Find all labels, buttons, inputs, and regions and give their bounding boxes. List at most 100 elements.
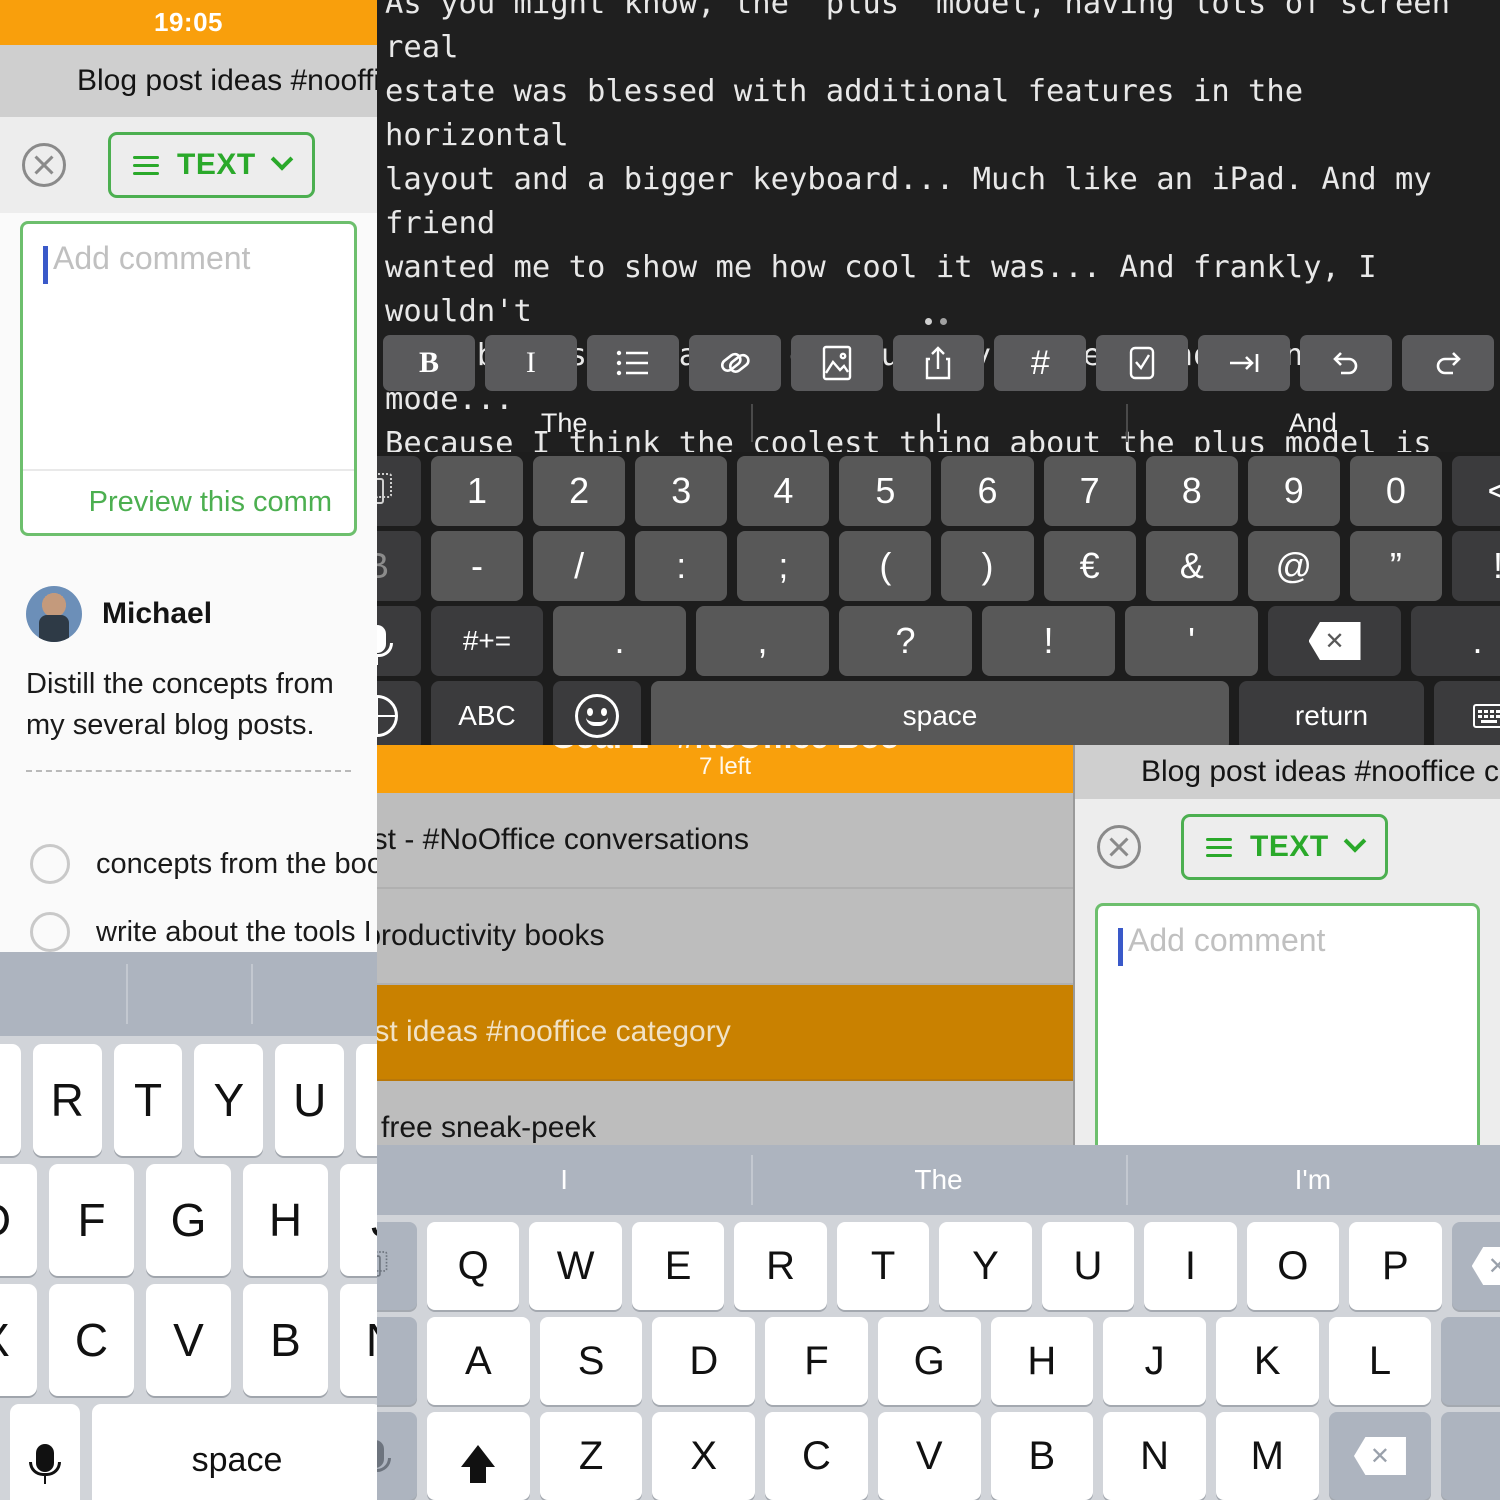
key-l[interactable]: L xyxy=(1328,1317,1432,1405)
key-h[interactable]: H xyxy=(243,1164,328,1276)
comment-toolbar[interactable]: TEXT xyxy=(1075,799,1500,895)
key-f[interactable]: F xyxy=(49,1164,134,1276)
key-n[interactable]: N xyxy=(1103,1412,1206,1500)
dark-keyboard[interactable]: A 1 2 3 4 5 6 7 8 9 0 < B - / : ; ( ) € … xyxy=(377,452,1500,745)
backspace-icon[interactable]: ✕ xyxy=(1268,606,1401,676)
key-0[interactable]: 0 xyxy=(1349,456,1442,526)
key-s[interactable]: S xyxy=(539,1317,643,1405)
globe-icon[interactable] xyxy=(377,681,421,745)
indent-icon[interactable] xyxy=(1198,335,1291,391)
suggestion-item[interactable]: I xyxy=(751,396,1125,450)
list-item[interactable]: concepts from the book xyxy=(0,830,377,898)
italic-icon[interactable]: I xyxy=(484,335,577,391)
list-item[interactable]: y productivity books xyxy=(377,889,1073,985)
key-v[interactable]: V xyxy=(146,1284,231,1396)
key-g[interactable]: G xyxy=(146,1164,231,1276)
key-u[interactable]: U xyxy=(1041,1222,1135,1310)
key-x[interactable]: X xyxy=(652,1412,756,1500)
key-y[interactable]: Y xyxy=(939,1222,1032,1310)
key-ampersand[interactable]: & xyxy=(1145,531,1238,601)
suggestion-item[interactable]: And xyxy=(1125,396,1500,450)
key-j[interactable]: J xyxy=(340,1164,377,1276)
preview-comment-link[interactable]: Preview this comm xyxy=(23,469,354,533)
dark-note-editor[interactable]: As you might know, the "plus" model, hav… xyxy=(377,0,1500,745)
bold-key[interactable] xyxy=(377,1317,417,1405)
comment-input[interactable]: Add comment xyxy=(23,224,354,469)
key-exclamation[interactable]: ! xyxy=(982,606,1115,676)
key-blank[interactable] xyxy=(1441,1317,1500,1405)
key-o[interactable]: O xyxy=(1246,1222,1340,1310)
key-c[interactable]: C xyxy=(49,1284,134,1396)
light-keyboard-right[interactable]: I The I'm Q W E R T Y U I O P ✕ A S D F … xyxy=(377,1145,1500,1500)
key-c[interactable]: C xyxy=(765,1412,868,1500)
share-icon[interactable] xyxy=(892,335,985,391)
suggestion-item[interactable] xyxy=(125,952,252,1036)
key-d[interactable]: D xyxy=(652,1317,756,1405)
light-keyboard-left[interactable]: R T Y U D F G H J X C V B N space xyxy=(0,952,377,1500)
suggestion-bar[interactable]: I The I'm xyxy=(377,1145,1500,1215)
key-at[interactable]: @ xyxy=(1247,531,1340,601)
key-question[interactable]: ? xyxy=(839,606,972,676)
text-type-selector[interactable]: TEXT xyxy=(108,132,315,198)
key-4[interactable]: 4 xyxy=(737,456,830,526)
key-7[interactable]: 7 xyxy=(1043,456,1136,526)
key-9[interactable]: 9 xyxy=(1247,456,1340,526)
list-item-selected[interactable]: post ideas #nooffice category xyxy=(377,985,1073,1081)
key-semicolon[interactable]: ; xyxy=(737,531,830,601)
bullet-list-icon[interactable] xyxy=(586,335,679,391)
key-2[interactable]: 2 xyxy=(533,456,626,526)
hash-icon[interactable]: # xyxy=(994,335,1087,391)
text-format-icon[interactable]: A xyxy=(377,456,421,526)
key-euro[interactable]: € xyxy=(1043,531,1136,601)
key-b[interactable]: B xyxy=(990,1412,1094,1500)
key-period-right[interactable]: . xyxy=(1411,606,1500,676)
key-x[interactable]: X xyxy=(0,1284,37,1396)
key-comma[interactable]: , xyxy=(696,606,829,676)
checkbox-icon[interactable] xyxy=(30,844,70,884)
key-g[interactable]: G xyxy=(877,1317,981,1405)
key-f[interactable]: F xyxy=(765,1317,868,1405)
suggestion-bar[interactable] xyxy=(0,952,377,1036)
text-type-selector[interactable]: TEXT xyxy=(1181,814,1388,880)
undo-icon[interactable] xyxy=(1300,335,1393,391)
key-p[interactable]: P xyxy=(1349,1222,1442,1310)
key-i-partial[interactable] xyxy=(356,1044,377,1156)
suggestion-item[interactable]: I'm xyxy=(1125,1145,1500,1215)
key-quote[interactable]: ” xyxy=(1349,531,1442,601)
backspace-icon[interactable]: ✕ xyxy=(1451,1222,1500,1310)
chevron-left-icon[interactable]: < xyxy=(1451,456,1500,526)
key-8[interactable]: 8 xyxy=(1145,456,1238,526)
bold-icon[interactable]: B xyxy=(383,335,475,391)
keyboard-hide-icon[interactable] xyxy=(1434,681,1500,745)
key-t[interactable]: T xyxy=(113,1044,183,1156)
microphone-icon[interactable] xyxy=(377,1412,417,1500)
backspace-icon[interactable]: ✕ xyxy=(1328,1412,1432,1500)
suggestion-item[interactable]: The xyxy=(377,396,751,450)
close-icon[interactable] xyxy=(22,143,66,187)
key-a[interactable]: A xyxy=(427,1317,530,1405)
comment-input[interactable]: Add comment xyxy=(1098,906,1477,1145)
comment-toolbar[interactable]: TEXT xyxy=(0,117,377,213)
key-exclaim[interactable]: ! xyxy=(1451,531,1500,601)
key-e[interactable]: E xyxy=(631,1222,725,1310)
key-u[interactable]: U xyxy=(275,1044,345,1156)
key-b[interactable]: B xyxy=(243,1284,328,1396)
list-item[interactable]: kast - #NoOffice conversations xyxy=(377,793,1073,889)
key-m[interactable]: M xyxy=(1215,1412,1319,1500)
space-key[interactable]: space xyxy=(651,681,1229,745)
key-n[interactable]: N xyxy=(340,1284,377,1396)
microphone-icon[interactable] xyxy=(377,606,421,676)
suggestion-item[interactable]: The xyxy=(751,1145,1125,1215)
key-slash[interactable]: / xyxy=(533,531,626,601)
format-toolbar[interactable]: B I # xyxy=(377,332,1500,394)
key-colon[interactable]: : xyxy=(635,531,728,601)
list-item[interactable]: sh free sneak-peek xyxy=(377,1081,1073,1145)
key-period[interactable]: . xyxy=(553,606,686,676)
key-blank[interactable] xyxy=(1441,1412,1500,1500)
key-v[interactable]: V xyxy=(877,1412,981,1500)
comment-box[interactable]: Add comment Preview this comment xyxy=(1095,903,1480,1145)
toolbar-drag-handle[interactable] xyxy=(925,318,947,325)
link-icon[interactable] xyxy=(688,335,781,391)
key-r[interactable]: R xyxy=(734,1222,827,1310)
text-format-icon[interactable] xyxy=(377,1222,417,1310)
